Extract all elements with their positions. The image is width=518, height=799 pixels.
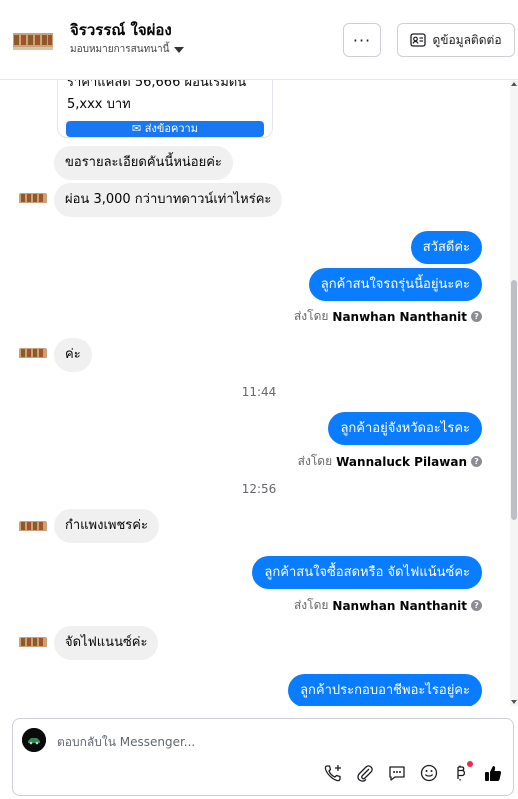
emoji-icon[interactable] [419,763,439,783]
like-icon[interactable] [483,763,503,783]
messenger-icon: ✉ [132,122,145,135]
outgoing-message[interactable]: ลูกค้าอยู่จังหวัดอะไรคะ [328,412,482,445]
incoming-message[interactable]: กำแพงเพชรค่ะ [54,509,159,543]
timestamp: 12:56 [241,482,277,496]
contact-avatar-small [18,185,48,215]
payment-icon[interactable] [451,761,473,783]
help-icon[interactable]: ? [471,311,482,322]
message-thread[interactable]: ราคาแคสด 56,666 ผ่อนเริ่มต้น 5,xxx บาท ✉… [0,80,510,706]
sender-name: Nanwhan Nanthanit [332,309,467,324]
more-options-button[interactable]: ··· [343,23,381,57]
contact-avatar[interactable] [10,20,56,66]
sent-by-prefix: ส่งโดย [293,598,329,612]
sent-by-prefix: ส่งโดย [293,309,329,323]
incoming-message[interactable]: ผ่อน 3,000 กว่าบาทดาวน์เท่าไหร่คะ [54,183,283,217]
reply-composer [12,718,514,796]
sent-by-label: ส่งโดย Wannaluck Pilawan ? [298,452,482,471]
contact-avatar-small [18,629,48,659]
sent-by-label: ส่งโดย Nanwhan Nanthanit ? [294,307,482,326]
caret-down-icon [174,46,185,53]
thread-scrollbar[interactable] [510,80,518,706]
outgoing-message[interactable]: ลูกค้าสนใจซื้อสดหรือ จัดไฟแน้นซ์คะ [252,556,482,589]
sent-by-label: ส่งโดย Nanwhan Nanthanit ? [294,596,482,615]
card-text-line2: 5,xxx บาท [67,97,131,112]
contact-avatar-small [18,340,48,370]
scroll-thumb[interactable] [511,280,517,520]
incoming-message[interactable]: ขอรายละเอียดคันนี้หน่อยค่ะ [54,146,233,180]
timestamp: 11:44 [241,385,277,399]
view-contact-button[interactable]: ดูข้อมูลติดต่อ [397,23,515,57]
outgoing-message[interactable]: สวัสดีค่ะ [410,231,482,264]
incoming-message[interactable]: จัดไฟแนนซ์ค่ะ [54,626,159,660]
attach-icon[interactable] [355,763,375,783]
sent-by-prefix: ส่งโดย [297,454,333,468]
sender-name: Wannaluck Pilawan [336,454,467,469]
sender-name: Nanwhan Nanthanit [332,598,467,613]
help-icon[interactable]: ? [471,600,482,611]
send-message-button[interactable]: ✉ ส่งข้อความ [66,121,264,137]
outgoing-message[interactable]: ลูกค้าประกอบอาชีพอะไรอยู่คะ [288,674,482,706]
view-contact-label: ดูข้อมูลติดต่อ [432,32,502,47]
composer-toolbar [323,761,503,783]
page-avatar [22,728,46,752]
notification-dot [467,761,473,767]
more-icon: ··· [352,30,372,50]
scroll-up-icon[interactable] [511,82,517,86]
card-text-line1: ราคาแคสด 56,666 ผ่อนเริ่มต้น [67,80,247,90]
contact-card-icon [410,33,427,47]
saved-reply-icon[interactable] [387,763,407,783]
composer-area [0,706,518,799]
outgoing-message[interactable]: ลูกค้าสนใจรถรุ่นนี้อยู่นะคะ [308,268,482,301]
product-card: ราคาแคสด 56,666 ผ่อนเริ่มต้น 5,xxx บาท ✉… [57,80,273,138]
help-icon[interactable]: ? [471,456,482,467]
conversation-header: จิรวรรณ์ ใจผ่อง มอบหมายการสนทนานี้ ··· ด… [0,0,518,80]
contact-avatar-small [18,513,48,543]
assign-conversation-dropdown[interactable]: มอบหมายการสนทนานี้ [70,42,185,57]
reply-input[interactable] [57,733,487,751]
contact-name: จิรวรรณ์ ใจผ่อง [70,21,172,39]
call-add-icon[interactable] [323,763,343,783]
scroll-down-icon[interactable] [511,700,517,704]
send-message-label: ส่งข้อความ [144,122,198,135]
incoming-message[interactable]: ค่ะ [54,338,92,372]
assign-label: มอบหมายการสนทนานี้ [70,44,170,55]
